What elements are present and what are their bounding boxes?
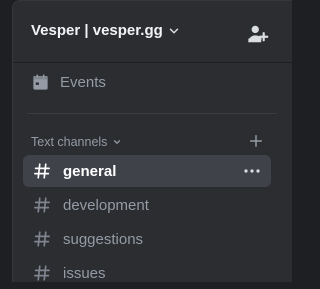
hash-icon (34, 163, 50, 179)
calendar-icon (33, 74, 48, 90)
server-header: Vesper | vesper.gg (13, 1, 292, 63)
channel-label: suggestions (63, 230, 144, 248)
add-member-icon[interactable] (247, 23, 269, 45)
events-label: Events (60, 74, 106, 91)
events-link[interactable]: Events (31, 73, 106, 92)
more-options-button[interactable] (243, 163, 261, 179)
hash-icon (34, 197, 50, 213)
channel-label: general (63, 162, 117, 180)
channel-sidebar: Vesper | vesper.gg Events Text channels (12, 0, 292, 282)
channel-label: development (63, 196, 149, 214)
hash-icon (34, 231, 50, 247)
more-options-icon (244, 169, 260, 173)
channel-item-issues[interactable]: issues (23, 257, 271, 289)
divider (27, 113, 277, 114)
category-label: Text channels (31, 135, 108, 149)
channel-item-suggestions[interactable]: suggestions (23, 223, 271, 255)
chevron-down-icon (169, 28, 179, 33)
server-name-button[interactable]: Vesper | vesper.gg (31, 22, 181, 39)
channel-item-development[interactable]: development (23, 189, 271, 221)
category-text-channels[interactable]: Text channels (31, 135, 122, 149)
server-name: Vesper | vesper.gg (31, 22, 163, 39)
chevron-down-icon (114, 140, 121, 144)
hash-icon (34, 265, 50, 281)
channel-item-general[interactable]: general (23, 155, 271, 187)
channel-label: issues (63, 264, 106, 282)
plus-icon[interactable] (249, 134, 263, 148)
